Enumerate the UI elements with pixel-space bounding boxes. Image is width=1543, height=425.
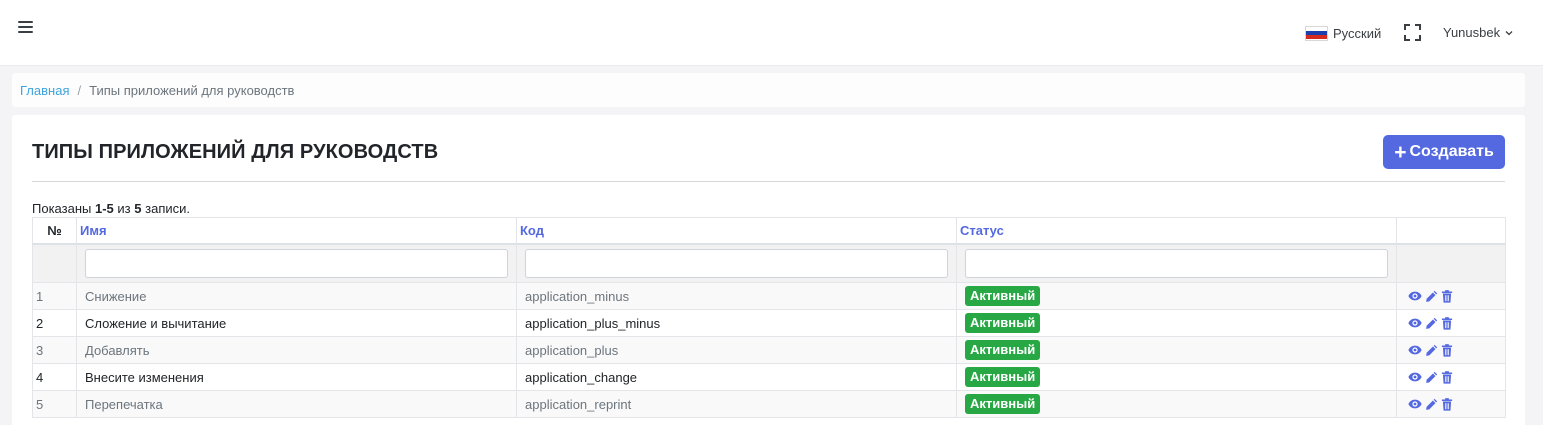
create-button-label: Создавать [1409, 143, 1494, 160]
eye-icon[interactable] [1408, 317, 1422, 329]
status-badge: Активный [965, 340, 1041, 360]
chevron-down-icon [1505, 30, 1513, 35]
eye-icon[interactable] [1408, 344, 1422, 356]
row-name: Снижение [76, 282, 517, 310]
row-status-cell: Активный [956, 336, 1397, 364]
row-status-cell: Активный [956, 363, 1397, 391]
row-name: Перепечатка [76, 390, 517, 418]
row-actions [1396, 363, 1506, 391]
eye-icon[interactable] [1408, 398, 1422, 410]
page-title: ТИПЫ ПРИЛОЖЕНИЙ ДЛЯ РУКОВОДСТВ [32, 141, 439, 163]
summary-prefix: Показаны [32, 201, 92, 216]
row-status-cell: Активный [956, 282, 1397, 310]
summary-suffix: записи. [145, 201, 190, 216]
name-filter-input[interactable] [85, 248, 508, 278]
row-code: application_plus [516, 336, 957, 364]
row-actions [1396, 336, 1506, 364]
row-name: Сложение и вычитание [76, 309, 517, 337]
table-row: 2 Сложение и вычитание application_plus_… [32, 309, 1506, 337]
status-badge: Активный [965, 286, 1041, 306]
breadcrumb-separator: / [77, 82, 82, 98]
language-label: Русский [1333, 25, 1382, 41]
row-status-cell: Активный [956, 309, 1397, 337]
row-number: 2 [32, 309, 77, 337]
top-navbar: Русский Yunusbek [0, 0, 1543, 66]
trash-icon[interactable] [1441, 316, 1453, 330]
breadcrumb-home-link[interactable]: Главная [20, 83, 69, 98]
fullscreen-icon[interactable] [1404, 24, 1421, 41]
row-code: application_plus_minus [516, 309, 957, 337]
eye-icon[interactable] [1408, 371, 1422, 383]
code-filter-input[interactable] [525, 248, 948, 278]
table-row: 4 Внесите изменения application_change А… [32, 363, 1506, 391]
row-name: Добавлять [76, 336, 517, 364]
user-menu[interactable]: Yunusbek [1443, 25, 1513, 40]
column-header-num: № [32, 217, 77, 245]
column-header-name[interactable]: Имя [76, 217, 517, 245]
breadcrumb-current: Типы приложений для руководств [89, 82, 295, 98]
trash-icon[interactable] [1441, 343, 1453, 357]
filter-cell-num [32, 243, 77, 283]
filter-cell-name [76, 243, 517, 283]
row-code: application_minus [516, 282, 957, 310]
row-status-cell: Активный [956, 390, 1397, 418]
pencil-icon[interactable] [1425, 344, 1438, 357]
title-divider [32, 181, 1505, 182]
trash-icon[interactable] [1441, 370, 1453, 384]
column-header-status[interactable]: Статус [956, 217, 1397, 245]
summary-middle: из [117, 201, 131, 216]
russia-flag-icon [1305, 25, 1328, 41]
status-badge: Активный [965, 394, 1041, 414]
eye-icon[interactable] [1408, 290, 1422, 302]
user-name: Yunusbek [1443, 25, 1501, 40]
table-body: 1 Снижение application_minus Активный 2 … [32, 282, 1506, 418]
language-switcher[interactable]: Русский [1305, 25, 1381, 41]
table-row: 1 Снижение application_minus Активный [32, 282, 1506, 310]
column-header-actions [1396, 217, 1506, 245]
status-filter-input[interactable] [965, 248, 1388, 278]
status-badge: Активный [965, 313, 1041, 333]
trash-icon[interactable] [1441, 289, 1453, 303]
breadcrumb: Главная / Типы приложений для руководств [12, 73, 1525, 107]
pencil-icon[interactable] [1425, 290, 1438, 303]
filter-cell-actions [1396, 243, 1506, 283]
row-number: 5 [32, 390, 77, 418]
status-badge: Активный [965, 367, 1041, 387]
filter-cell-status [956, 243, 1397, 283]
row-number: 1 [32, 282, 77, 310]
row-number: 4 [32, 363, 77, 391]
table-row: 5 Перепечатка application_reprint Активн… [32, 390, 1506, 418]
pencil-icon[interactable] [1425, 317, 1438, 330]
row-number: 3 [32, 336, 77, 364]
filter-cell-code [516, 243, 957, 283]
column-header-code[interactable]: Код [516, 217, 957, 245]
row-actions [1396, 390, 1506, 418]
plus-icon: + [1394, 140, 1407, 164]
row-code: application_change [516, 363, 957, 391]
summary-total: 5 [134, 201, 142, 216]
trash-icon[interactable] [1441, 397, 1453, 411]
summary-range: 1-5 [94, 201, 114, 216]
create-button[interactable]: + Создавать [1383, 135, 1505, 169]
pencil-icon[interactable] [1425, 398, 1438, 411]
row-actions [1396, 309, 1506, 337]
content-card: ТИПЫ ПРИЛОЖЕНИЙ ДЛЯ РУКОВОДСТВ + Создава… [12, 115, 1525, 425]
pencil-icon[interactable] [1425, 371, 1438, 384]
table-row: 3 Добавлять application_plus Активный [32, 336, 1506, 364]
row-actions [1396, 282, 1506, 310]
row-name: Внесите изменения [76, 363, 517, 391]
records-summary: Показаны 1-5 из 5 записи. [32, 201, 190, 216]
row-code: application_reprint [516, 390, 957, 418]
hamburger-icon[interactable] [18, 21, 33, 33]
data-table: № Имя Код Статус 1 Снижение application_… [32, 217, 1506, 418]
